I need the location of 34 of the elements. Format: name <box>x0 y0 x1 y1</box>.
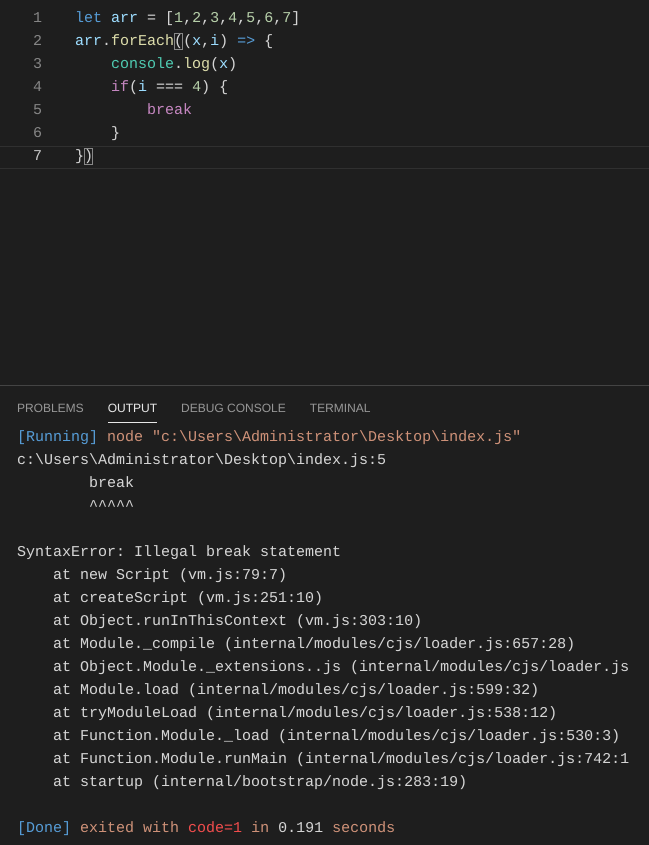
panel-tab[interactable]: OUTPUT <box>108 399 158 423</box>
panel-tab[interactable]: PROBLEMS <box>17 399 84 423</box>
line-number: 7 <box>32 147 42 168</box>
output-line: at Module.load (internal/modules/cjs/loader.js:599:32) <box>52 681 540 701</box>
output-line: [Done] exited with code=1 in 0.191 seconds <box>17 819 396 839</box>
code-line: }) <box>75 147 94 168</box>
output-line: at createScript (vm.js:251:10) <box>52 589 324 609</box>
code-line: if(i === 4) { <box>110 78 228 98</box>
output-line: ^^^^^ <box>88 497 134 517</box>
line-number: 5 <box>32 101 42 122</box>
panel-tab[interactable]: TERMINAL <box>310 399 370 423</box>
output-line: at new Script (vm.js:79:7) <box>52 566 288 586</box>
panel-tab[interactable]: DEBUG CONSOLE <box>181 399 286 423</box>
output-line: at Module._compile (internal/modules/cjs/loader.js:657:28) <box>52 635 576 655</box>
output-line: at Function.Module.runMain (internal/modules/cjs/loader.js:742:1 <box>52 750 630 770</box>
line-number: 3 <box>32 55 42 76</box>
line-number: 1 <box>32 9 42 30</box>
code-line: console.log(x) <box>110 55 238 76</box>
output-line: at Function.Module._load (internal/modules/cjs/loader.js:530:3) <box>52 727 620 747</box>
line-number: 4 <box>32 78 42 98</box>
output-line: at Object.Module._extensions..js (internal/modules/cjs/loader.js <box>52 658 630 678</box>
output-line: c:\Users\Administrator\Desktop\index.js:5 <box>17 451 386 471</box>
output-line: SyntaxError: Illegal break statement <box>17 543 342 563</box>
code-line: break <box>146 101 192 122</box>
output-line: at tryModuleLoad (internal/modules/cjs/loader.js:538:12) <box>52 704 558 724</box>
output-line: [Running] node "c:\Users\Administrator\Desktop\index.js" <box>17 428 522 448</box>
output-line: at startup (internal/bootstrap/node.js:283:19) <box>52 773 468 793</box>
output-line: at Object.runInThisContext (vm.js:303:10) <box>52 612 422 632</box>
code-line: } <box>110 124 120 144</box>
code-line: let arr = [1,2,3,4,5,6,7] <box>75 9 300 30</box>
code-line: arr.forEach((x,i) => { <box>75 32 274 52</box>
line-number: 6 <box>32 124 42 144</box>
line-number: 2 <box>32 32 42 52</box>
output-line: break <box>88 474 134 494</box>
